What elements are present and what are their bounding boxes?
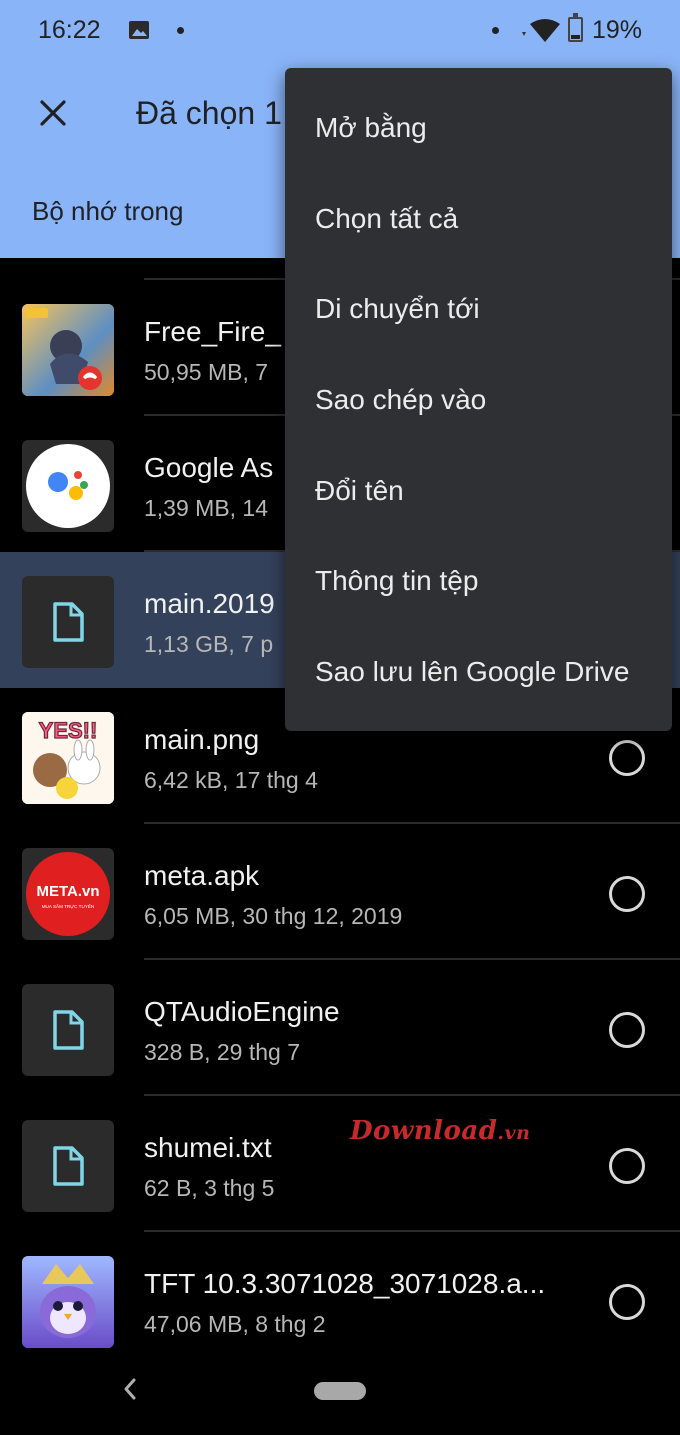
battery-percent: 19% xyxy=(592,16,643,44)
file-row[interactable]: TFT 10.3.3071028_3071028.a... 47,06 MB, … xyxy=(0,1232,680,1368)
file-row[interactable]: shumei.txt 62 B, 3 thg 5 xyxy=(0,1096,680,1232)
menu-item-rename[interactable]: Đổi tên xyxy=(285,445,672,536)
download-vn-watermark: Download.vn xyxy=(350,1116,530,1146)
file-name: Google As xyxy=(144,452,274,483)
close-selection-button[interactable] xyxy=(32,92,74,134)
file-meta: 62 B, 3 thg 5 xyxy=(144,1175,275,1201)
nav-home-pill[interactable] xyxy=(314,1382,366,1400)
select-radio[interactable] xyxy=(609,1148,645,1184)
overflow-menu: Mở bằng Chọn tất cả Di chuyển tới Sao ch… xyxy=(285,68,672,731)
file-name: shumei.txt xyxy=(144,1132,272,1163)
file-row[interactable]: QTAudioEngine 328 B, 29 thg 7 xyxy=(0,960,680,1096)
menu-item-backup-google-drive[interactable]: Sao lưu lên Google Drive xyxy=(285,627,672,718)
selection-count-title: Đã chọn 1 xyxy=(136,95,282,131)
close-icon xyxy=(40,100,66,126)
select-radio[interactable] xyxy=(609,1012,645,1048)
file-meta: 1,13 GB, 7 p xyxy=(144,631,274,657)
file-meta: 6,05 MB, 30 thg 12, 2019 xyxy=(144,903,403,929)
file-meta: 328 B, 29 thg 7 xyxy=(144,1039,301,1065)
free-fire-app-icon xyxy=(22,304,114,396)
select-radio[interactable] xyxy=(609,740,645,776)
meta-logo-text: META.vn xyxy=(36,883,99,900)
file-meta: 50,95 MB, 7 xyxy=(144,359,269,385)
meta-logo-subtext: MUA SẮM TRỰC TUYẾN xyxy=(42,902,95,909)
menu-item-file-info[interactable]: Thông tin tệp xyxy=(285,536,672,627)
file-name: Free_Fire_ xyxy=(144,316,281,347)
file-meta: 6,42 kB, 17 thg 4 xyxy=(144,767,318,793)
document-icon xyxy=(22,1120,114,1212)
file-name: main.2019 xyxy=(144,588,275,619)
select-radio[interactable] xyxy=(609,876,645,912)
breadcrumb-internal-storage[interactable]: Bộ nhớ trong xyxy=(32,196,183,227)
notification-dot-icon xyxy=(492,27,499,34)
menu-item-move-to[interactable]: Di chuyển tới xyxy=(285,264,672,355)
file-row[interactable]: META.vn MUA SẮM TRỰC TUYẾN meta.apk 6,05… xyxy=(0,824,680,960)
notification-dot-icon xyxy=(177,27,184,34)
menu-item-copy-to[interactable]: Sao chép vào xyxy=(285,355,672,446)
watermark-main: Download xyxy=(350,1116,498,1146)
select-radio[interactable] xyxy=(609,1284,645,1320)
status-bar: 16:22 19% xyxy=(0,0,680,62)
meta-vn-logo: META.vn MUA SẮM TRỰC TUYẾN xyxy=(22,848,114,940)
menu-item-select-all[interactable]: Chọn tất cả xyxy=(285,174,672,265)
yes-sticker-image: YES!! xyxy=(22,712,114,804)
file-name: TFT 10.3.3071028_3071028.a... xyxy=(144,1268,546,1299)
nav-back-button[interactable] xyxy=(120,1376,140,1407)
file-meta: 1,39 MB, 14 xyxy=(144,495,269,521)
file-name: meta.apk xyxy=(144,860,260,891)
file-name: main.png xyxy=(144,724,260,755)
yes-text: YES!! xyxy=(39,718,98,743)
document-icon xyxy=(22,576,114,668)
battery-icon xyxy=(568,13,583,42)
watermark-suffix: .vn xyxy=(497,1122,531,1144)
wifi-icon xyxy=(522,19,560,42)
file-name: QTAudioEngine xyxy=(144,996,340,1027)
tft-app-icon xyxy=(22,1256,114,1348)
status-time: 16:22 xyxy=(38,16,101,44)
document-icon xyxy=(22,984,114,1076)
google-assistant-icon xyxy=(22,440,114,532)
image-notification-icon xyxy=(129,21,149,39)
back-chevron-icon xyxy=(124,1378,136,1400)
file-meta: 47,06 MB, 8 thg 2 xyxy=(144,1311,326,1337)
menu-item-open-with[interactable]: Mở bằng xyxy=(285,83,672,174)
